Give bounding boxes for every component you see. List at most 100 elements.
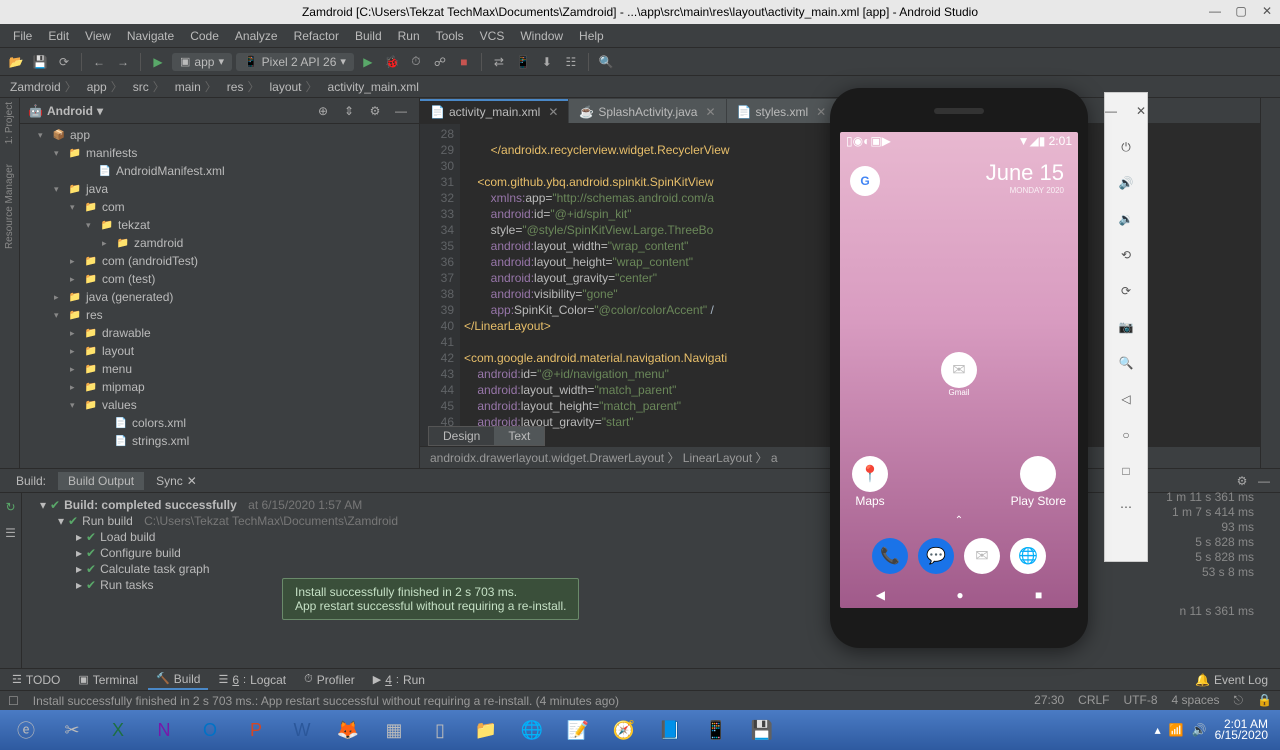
- tree-item[interactable]: ▾📦app: [20, 126, 419, 144]
- gmail-dock-icon[interactable]: ✉: [964, 538, 1000, 574]
- tree-item[interactable]: ▸📁layout: [20, 342, 419, 360]
- event-log-tab[interactable]: 🔔 Event Log: [1187, 671, 1276, 689]
- target-icon[interactable]: ⊕: [313, 101, 333, 121]
- crumb[interactable]: activity_main.xml: [324, 79, 427, 95]
- menu-analyze[interactable]: Analyze: [228, 27, 285, 45]
- tree-item[interactable]: ▸📁mipmap: [20, 378, 419, 396]
- editor-tab[interactable]: 📄styles.xml✕: [727, 99, 837, 123]
- minimize-button[interactable]: —: [1206, 2, 1224, 20]
- tree-item[interactable]: ▾📁values: [20, 396, 419, 414]
- menu-window[interactable]: Window: [513, 27, 570, 45]
- nav-back-icon[interactable]: ◀: [876, 588, 885, 602]
- avd-icon[interactable]: ▶: [148, 52, 168, 72]
- file-encoding[interactable]: UTF-8: [1124, 693, 1158, 708]
- crumb[interactable]: res: [223, 77, 264, 96]
- emu-back-icon[interactable]: ◁: [1114, 387, 1138, 411]
- android-studio-icon[interactable]: 🧭: [602, 713, 646, 747]
- menu-help[interactable]: Help: [572, 27, 611, 45]
- tray-sound-icon[interactable]: 🔊: [1192, 723, 1207, 737]
- avd-manager-icon[interactable]: 📱: [513, 52, 533, 72]
- logcat-tab[interactable]: ☰ 6: Logcat: [210, 671, 294, 689]
- crumb[interactable]: Zamdroid: [6, 77, 81, 96]
- indent-indicator[interactable]: 4 spaces: [1172, 693, 1220, 708]
- project-view-selector[interactable]: 🤖 Android ▾: [28, 104, 307, 118]
- google-search-widget[interactable]: G: [850, 166, 880, 196]
- forward-icon[interactable]: →: [113, 52, 133, 72]
- tree-item[interactable]: ▸📁java (generated): [20, 288, 419, 306]
- sdk-icon[interactable]: ⬇: [537, 52, 557, 72]
- save-icon[interactable]: 💾: [740, 713, 784, 747]
- hide-icon[interactable]: —: [391, 101, 411, 121]
- build-tab[interactable]: 🔨 Build: [148, 670, 208, 690]
- messages-app-icon[interactable]: 💬: [918, 538, 954, 574]
- sync-tab[interactable]: Sync ✕: [146, 472, 207, 490]
- menu-code[interactable]: Code: [183, 27, 226, 45]
- tray-up-icon[interactable]: ▴: [1155, 723, 1161, 737]
- emu-minimize-icon[interactable]: —: [1099, 99, 1123, 123]
- more-icon[interactable]: ⋯: [1114, 495, 1138, 519]
- menu-navigate[interactable]: Navigate: [120, 27, 181, 45]
- crumb[interactable]: src: [129, 77, 169, 96]
- playstore-app[interactable]: ▶Play Store: [1011, 456, 1066, 508]
- rotate-right-icon[interactable]: ⟳: [1114, 279, 1138, 303]
- tree-item[interactable]: ▾📁tekzat: [20, 216, 419, 234]
- close-button[interactable]: ✕: [1258, 2, 1276, 20]
- excel-icon[interactable]: X: [96, 713, 140, 747]
- zoom-icon[interactable]: 🔍: [1114, 351, 1138, 375]
- menu-run[interactable]: Run: [391, 27, 427, 45]
- powerpoint-icon[interactable]: P: [234, 713, 278, 747]
- tree-item[interactable]: ▸📁zamdroid: [20, 234, 419, 252]
- caret-position[interactable]: 27:30: [1034, 693, 1064, 708]
- notepad-icon[interactable]: 📝: [556, 713, 600, 747]
- refresh-icon[interactable]: ⟳: [54, 52, 74, 72]
- emu-overview-icon[interactable]: □: [1114, 459, 1138, 483]
- emu-close-icon[interactable]: ✕: [1129, 99, 1153, 123]
- gmail-app-icon[interactable]: ✉: [941, 352, 977, 388]
- profile-icon[interactable]: ⏱: [406, 52, 426, 72]
- clock-date[interactable]: 6/15/2020: [1215, 730, 1268, 741]
- editor-tab[interactable]: 📄activity_main.xml✕: [420, 99, 568, 123]
- chrome-app-icon[interactable]: 🌐: [1010, 538, 1046, 574]
- project-tree[interactable]: ▾📦app▾📁manifests📄AndroidManifest.xml▾📁ja…: [20, 124, 419, 468]
- volume-up-icon[interactable]: 🔊: [1114, 171, 1138, 195]
- tree-item[interactable]: ▾📁res: [20, 306, 419, 324]
- filter-icon[interactable]: ☰: [1, 523, 21, 543]
- phone-screen[interactable]: ▯◉◐▣▶▼◢▮ 2:01 G June 15 MONDAY 2020 ✉ Gm…: [840, 132, 1078, 608]
- app5-icon[interactable]: ▦: [372, 713, 416, 747]
- back-icon[interactable]: ←: [89, 52, 109, 72]
- build-hide-icon[interactable]: —: [1254, 471, 1274, 491]
- windows-taskbar[interactable]: ⓔ ✂ X N O P W 🦊 ▦ ▯ 📁 🌐 📝 🧭 📘 📱 💾 ▴ 📶 🔊 …: [0, 710, 1280, 750]
- terminal-tab[interactable]: ▣ Terminal: [70, 671, 146, 689]
- debug-icon[interactable]: 🐞: [382, 52, 402, 72]
- nav-recent-icon[interactable]: ■: [1035, 588, 1042, 602]
- snip-icon[interactable]: ✂: [50, 713, 94, 747]
- rotate-left-icon[interactable]: ⟲: [1114, 243, 1138, 267]
- phone-app-icon[interactable]: 📞: [872, 538, 908, 574]
- gear-icon[interactable]: ⚙: [365, 101, 385, 121]
- build-output-tab[interactable]: Build Output: [58, 472, 144, 490]
- profiler-tab[interactable]: ⏱ Profiler: [296, 671, 363, 689]
- app9-icon[interactable]: 📘: [648, 713, 692, 747]
- build-gear-icon[interactable]: ⚙: [1232, 471, 1252, 491]
- tree-item[interactable]: ▸📁drawable: [20, 324, 419, 342]
- chrome-icon[interactable]: 🌐: [510, 713, 554, 747]
- menu-build[interactable]: Build: [348, 27, 389, 45]
- crumb[interactable]: main: [171, 77, 221, 96]
- collapse-icon[interactable]: ⇕: [339, 101, 359, 121]
- device-selector[interactable]: 📱 Pixel 2 API 26 ▾: [236, 53, 354, 71]
- sync-icon[interactable]: ⇄: [489, 52, 509, 72]
- text-tab[interactable]: Text: [494, 427, 544, 445]
- tree-item[interactable]: ▸📁com (androidTest): [20, 252, 419, 270]
- crumb[interactable]: layout: [265, 77, 321, 96]
- app6-icon[interactable]: ▯: [418, 713, 462, 747]
- todo-tab[interactable]: ☲ TODO: [4, 671, 68, 689]
- run-tab[interactable]: ▶ 4: Run: [365, 671, 433, 689]
- tree-item[interactable]: ▾📁java: [20, 180, 419, 198]
- onenote-icon[interactable]: N: [142, 713, 186, 747]
- tree-item[interactable]: 📄AndroidManifest.xml: [20, 162, 419, 180]
- explorer-icon[interactable]: 📁: [464, 713, 508, 747]
- crumb[interactable]: app: [83, 77, 127, 96]
- context-icon[interactable]: ⎋: [1234, 693, 1244, 708]
- resource-manager-tab[interactable]: Resource Manager: [4, 164, 15, 249]
- run-config-selector[interactable]: ▣ app ▾: [172, 53, 232, 71]
